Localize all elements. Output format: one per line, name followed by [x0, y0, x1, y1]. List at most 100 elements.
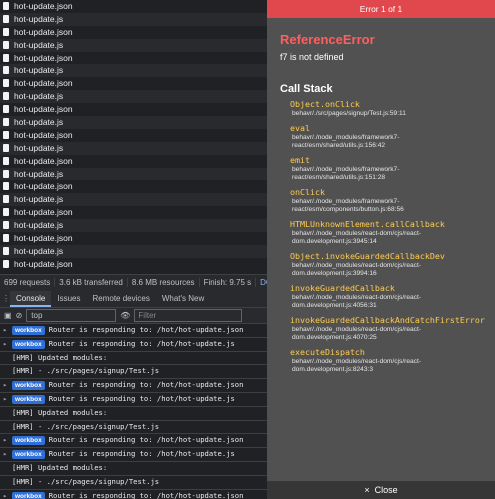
console-filter-input[interactable]: Filter: [134, 309, 243, 322]
stack-frame[interactable]: executeDispatch behavr/./node_modules/rea…: [280, 347, 495, 375]
console-message[interactable]: ▸ workbox Router is responding to: /hot/ho…: [0, 324, 267, 338]
network-row-name: hot-update.json: [14, 207, 73, 218]
network-row-name: hot-update.js: [14, 220, 64, 231]
network-row[interactable]: hot-update.json: [0, 129, 267, 142]
network-row-name: hot-update.json: [14, 155, 73, 166]
stack-frame-location: behavr/./node_modules/react-dom/cjs/reac…: [292, 325, 422, 342]
console-message[interactable]: ▸ workbox Router is responding to: /hot/ho…: [0, 338, 267, 352]
network-row[interactable]: hot-update.js: [0, 219, 267, 233]
file-icon: [3, 208, 9, 217]
file-icon: [3, 234, 9, 243]
console-message: [HMR] - ./src/pages/signup/Test.js: [0, 421, 267, 435]
stack-frame[interactable]: HTMLUnknownElement.callCallback behavr/./…: [280, 219, 495, 247]
live-expression-eye-icon[interactable]: 👁: [120, 308, 130, 323]
console-message-text: [HMR] - ./src/pages/signup/Test.js: [12, 366, 160, 376]
network-row-name: hot-update.js: [14, 245, 64, 256]
stack-frame-location: behavr/./node_modules/react-dom/cjs/reac…: [292, 293, 422, 310]
network-row[interactable]: hot-update.js: [0, 38, 267, 52]
console-message: [HMR] Updated modules:: [0, 462, 267, 476]
network-row[interactable]: hot-update.json: [0, 77, 267, 90]
sidebar-toggle-icon[interactable]: ▣: [4, 308, 12, 323]
expand-caret-icon[interactable]: ▸: [3, 324, 7, 337]
expand-caret-icon[interactable]: ▸: [3, 490, 7, 499]
stack-frame[interactable]: eval behavr/./node_modules/framework7-rea…: [280, 123, 495, 151]
drawer-tab-bar: ⋮ Console Issues Remote devices What's New: [0, 291, 267, 308]
console-message[interactable]: ▸ workbox Router is responding to: /hot/ho…: [0, 379, 267, 393]
console-message-text: [HMR] Updated modules:: [12, 462, 108, 472]
resources-size: 8.6 MB resources: [127, 278, 200, 287]
workbox-badge: workbox: [12, 450, 45, 460]
console-message[interactable]: ▸ workbox Router is responding to: /hot/ho…: [0, 490, 267, 499]
call-stack-frames: Object.onClick behavr/./src/pages/signup/…: [280, 99, 495, 379]
network-row[interactable]: hot-update.json: [0, 103, 267, 116]
network-row[interactable]: hot-update.json: [0, 180, 267, 193]
expand-caret-icon[interactable]: ▸: [3, 448, 7, 461]
stack-frame[interactable]: invokeGuardedCallbackAndCatchFirstError b…: [280, 315, 495, 343]
stack-frame-location: behavr/./node_modules/framework7-react/e…: [292, 133, 400, 150]
network-row[interactable]: hot-update.js: [0, 90, 267, 104]
network-row[interactable]: hot-update.js: [0, 141, 267, 155]
stack-frame[interactable]: Object.onClick behavr/./src/pages/signup/…: [280, 99, 495, 119]
file-icon: [3, 169, 9, 178]
network-row-name: hot-update.js: [14, 91, 64, 102]
network-row-name: hot-update.js: [14, 117, 64, 128]
console-message[interactable]: ▸ workbox Router is responding to: /hot/ho…: [0, 448, 267, 462]
network-row-name: hot-update.json: [14, 78, 73, 89]
file-icon: [3, 118, 9, 127]
console-message: [HMR] Updated modules:: [0, 407, 267, 421]
network-row[interactable]: hot-update.js: [0, 12, 267, 26]
requests-count: 699 requests: [0, 278, 56, 287]
error-counter-header: Error 1 of 1: [267, 0, 495, 18]
clear-console-icon[interactable]: ⊘: [16, 308, 23, 323]
file-icon: [3, 143, 9, 152]
network-row[interactable]: hot-update.js: [0, 244, 267, 258]
console-message-text: [HMR] - ./src/pages/signup/Test.js: [12, 421, 160, 431]
console-message: [HMR] - ./src/pages/signup/Test.js: [0, 365, 267, 380]
file-icon: [3, 79, 9, 88]
tab-remote-devices[interactable]: Remote devices: [86, 291, 155, 307]
expand-caret-icon[interactable]: ▸: [3, 434, 7, 447]
console-message[interactable]: ▸ workbox Router is responding to: /hot/ho…: [0, 393, 267, 407]
file-icon: [3, 246, 9, 255]
network-row[interactable]: hot-update.json: [0, 52, 267, 65]
stack-frame-function: invokeGuardedCallbackAndCatchFirstError: [290, 314, 485, 325]
stack-frame[interactable]: emit behavr/./node_modules/framework7-rea…: [280, 155, 495, 183]
network-row[interactable]: hot-update.js: [0, 167, 267, 181]
console-message: [HMR] - ./src/pages/signup/Test.js: [0, 476, 267, 490]
network-row[interactable]: hot-update.json: [0, 258, 267, 271]
stack-frame-function: executeDispatch: [290, 346, 365, 357]
file-icon: [3, 53, 9, 62]
expand-caret-icon[interactable]: ▸: [3, 379, 7, 392]
network-row[interactable]: hot-update.json: [0, 206, 267, 219]
network-row[interactable]: hot-update.json: [0, 232, 267, 245]
expand-caret-icon[interactable]: ▸: [3, 393, 7, 406]
error-message: f7 is not defined: [280, 52, 344, 62]
network-row[interactable]: hot-update.json: [0, 155, 267, 168]
network-row-name: hot-update.json: [14, 52, 73, 63]
finish-time: Finish: 9.75 s: [199, 278, 257, 287]
network-row[interactable]: hot-update.js: [0, 64, 267, 78]
network-row-name: hot-update.js: [14, 39, 64, 50]
tab-issues[interactable]: Issues: [51, 291, 86, 307]
tab-console[interactable]: Console: [10, 291, 52, 307]
close-button[interactable]: × Close: [267, 481, 495, 499]
network-row-name: hot-update.json: [14, 1, 73, 11]
network-row[interactable]: hot-update.json: [0, 26, 267, 39]
stack-frame[interactable]: onClick behavr/./node_modules/framework7-…: [280, 187, 495, 215]
console-log: ▸ workbox Router is responding to: /hot/ho…: [0, 324, 267, 499]
network-row-name: hot-update.js: [14, 13, 64, 24]
network-row[interactable]: hot-update.js: [0, 116, 267, 129]
context-selector[interactable]: top: [26, 309, 117, 322]
workbox-badge: workbox: [12, 339, 45, 349]
stack-frame-location: behavr/./node_modules/framework7-react/e…: [292, 165, 400, 182]
console-message[interactable]: ▸ workbox Router is responding to: /hot/ho…: [0, 434, 267, 449]
expand-caret-icon[interactable]: ▸: [3, 338, 7, 351]
network-row-name: hot-update.js: [14, 168, 64, 179]
stack-frame[interactable]: Object.invokeGuardedCallbackDev behavr/./…: [280, 251, 495, 279]
tab-whats-new[interactable]: What's New: [156, 291, 210, 307]
network-row[interactable]: hot-update.json: [0, 0, 267, 13]
stack-frame-location: behavr/./node_modules/react-dom/cjs/reac…: [292, 261, 422, 278]
stack-frame[interactable]: invokeGuardedCallback behavr/./node_modul…: [280, 283, 495, 311]
drawer-menu-icon[interactable]: ⋮: [2, 291, 10, 307]
network-row[interactable]: hot-update.js: [0, 193, 267, 207]
